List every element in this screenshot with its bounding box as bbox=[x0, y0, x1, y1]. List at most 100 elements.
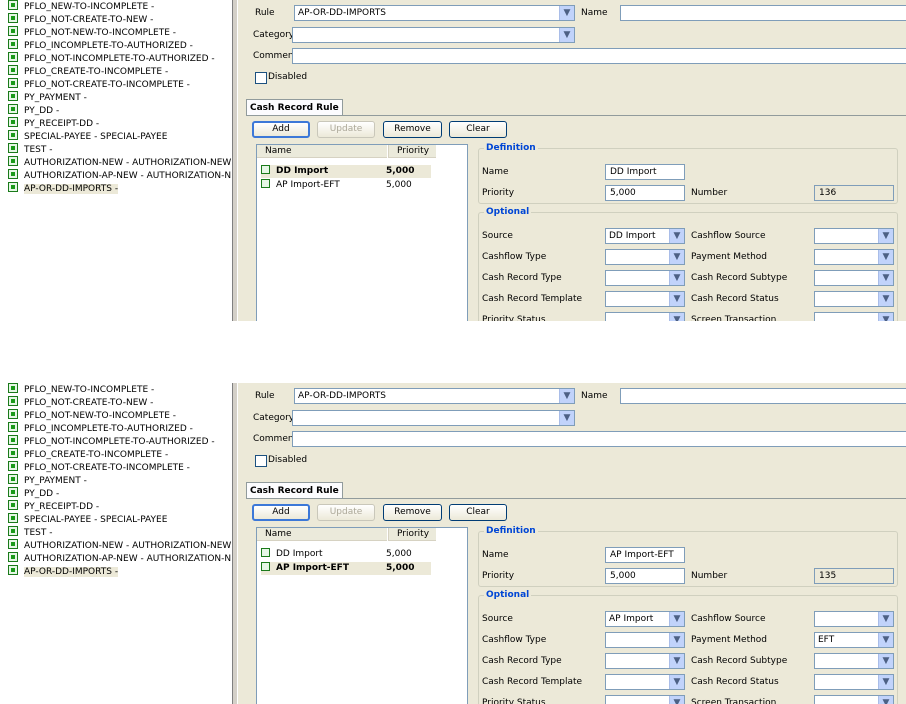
cash-record-type-select[interactable]: ▼ bbox=[605, 653, 685, 669]
source-select[interactable]: AP Import ▼ bbox=[605, 611, 685, 627]
definition-name-field[interactable]: DD Import bbox=[605, 164, 685, 180]
comment-field[interactable] bbox=[292, 431, 906, 447]
name-field[interactable] bbox=[620, 5, 906, 21]
chevron-down-icon[interactable]: ▼ bbox=[878, 633, 893, 647]
tree-item[interactable]: PFLO_NOT-CREATE-TO-INCOMPLETE - bbox=[8, 461, 190, 474]
comment-field[interactable] bbox=[292, 48, 906, 64]
tree-item[interactable]: AP-OR-DD-IMPORTS - bbox=[8, 565, 119, 578]
chevron-down-icon[interactable]: ▼ bbox=[878, 696, 893, 704]
tree-item[interactable]: PFLO_NEW-TO-INCOMPLETE - bbox=[8, 383, 154, 396]
chevron-down-icon[interactable]: ▼ bbox=[669, 675, 684, 689]
chevron-down-icon[interactable]: ▼ bbox=[878, 271, 893, 285]
tree-item[interactable]: PFLO_NOT-CREATE-TO-NEW - bbox=[8, 396, 153, 409]
chevron-down-icon[interactable]: ▼ bbox=[559, 389, 574, 403]
tree-item[interactable]: PY_RECEIPT-DD - bbox=[8, 500, 99, 513]
tree-item[interactable]: AP-OR-DD-IMPORTS - bbox=[8, 182, 119, 195]
column-header-priority[interactable]: Priority bbox=[388, 145, 436, 158]
tab-cash-record-rule[interactable]: Cash Record Rule bbox=[246, 99, 343, 116]
remove-button[interactable]: Remove bbox=[383, 504, 442, 521]
tree-item[interactable]: PFLO_NOT-NEW-TO-INCOMPLETE - bbox=[8, 409, 176, 422]
list-item[interactable]: AP Import-EFT 5,000 bbox=[261, 179, 431, 192]
chevron-down-icon[interactable]: ▼ bbox=[669, 271, 684, 285]
column-header-priority[interactable]: Priority bbox=[388, 528, 436, 541]
cashflow-source-select[interactable]: ▼ bbox=[814, 611, 894, 627]
tree-item[interactable]: AUTHORIZATION-NEW - AUTHORIZATION-NEW bbox=[8, 156, 231, 169]
screen-transaction-select[interactable]: ▼ bbox=[814, 695, 894, 704]
cashflow-source-select[interactable]: ▼ bbox=[814, 228, 894, 244]
disabled-checkbox[interactable] bbox=[255, 455, 267, 467]
list-item[interactable]: AP Import-EFT 5,000 bbox=[261, 562, 431, 575]
definition-name-field[interactable]: AP Import-EFT bbox=[605, 547, 685, 563]
chevron-down-icon[interactable]: ▼ bbox=[669, 654, 684, 668]
column-header-name[interactable]: Name bbox=[257, 145, 387, 158]
priority-field[interactable]: 5,000 bbox=[605, 185, 685, 201]
chevron-down-icon[interactable]: ▼ bbox=[669, 633, 684, 647]
tree-item[interactable]: TEST - bbox=[8, 143, 53, 156]
add-button[interactable]: Add bbox=[252, 504, 310, 521]
tree-item[interactable]: TEST - bbox=[8, 526, 53, 539]
tree-item[interactable]: PFLO_CREATE-TO-INCOMPLETE - bbox=[8, 65, 168, 78]
cash-record-template-select[interactable]: ▼ bbox=[605, 291, 685, 307]
clear-button[interactable]: Clear bbox=[449, 504, 507, 521]
chevron-down-icon[interactable]: ▼ bbox=[669, 696, 684, 704]
chevron-down-icon[interactable]: ▼ bbox=[559, 6, 574, 20]
update-button[interactable]: Update bbox=[317, 121, 375, 138]
cashflow-type-select[interactable]: ▼ bbox=[605, 632, 685, 648]
remove-button[interactable]: Remove bbox=[383, 121, 442, 138]
payment-method-select[interactable]: ▼ bbox=[814, 249, 894, 265]
chevron-down-icon[interactable]: ▼ bbox=[669, 612, 684, 626]
cash-record-status-select[interactable]: ▼ bbox=[814, 291, 894, 307]
tree-item[interactable]: PY_RECEIPT-DD - bbox=[8, 117, 99, 130]
source-select[interactable]: DD Import ▼ bbox=[605, 228, 685, 244]
tree-item[interactable]: PFLO_NOT-INCOMPLETE-TO-AUTHORIZED - bbox=[8, 52, 215, 65]
rule-select[interactable]: AP-OR-DD-IMPORTS ▼ bbox=[294, 388, 575, 404]
chevron-down-icon[interactable]: ▼ bbox=[559, 28, 574, 42]
category-select[interactable]: ▼ bbox=[292, 27, 575, 43]
tree-item[interactable]: PFLO_NOT-CREATE-TO-INCOMPLETE - bbox=[8, 78, 190, 91]
chevron-down-icon[interactable]: ▼ bbox=[878, 675, 893, 689]
chevron-down-icon[interactable]: ▼ bbox=[878, 250, 893, 264]
cash-record-status-select[interactable]: ▼ bbox=[814, 674, 894, 690]
tree-item[interactable]: PFLO_CREATE-TO-INCOMPLETE - bbox=[8, 448, 168, 461]
tree-item[interactable]: AUTHORIZATION-AP-NEW - AUTHORIZATION-NEW bbox=[8, 169, 246, 182]
priority-status-select[interactable]: ▼ bbox=[605, 312, 685, 321]
chevron-down-icon[interactable]: ▼ bbox=[878, 654, 893, 668]
tree-item[interactable]: PFLO_INCOMPLETE-TO-AUTHORIZED - bbox=[8, 422, 193, 435]
chevron-down-icon[interactable]: ▼ bbox=[669, 229, 684, 243]
category-select[interactable]: ▼ bbox=[292, 410, 575, 426]
tree-item[interactable]: PFLO_NOT-NEW-TO-INCOMPLETE - bbox=[8, 26, 176, 39]
update-button[interactable]: Update bbox=[317, 504, 375, 521]
chevron-down-icon[interactable]: ▼ bbox=[878, 229, 893, 243]
priority-field[interactable]: 5,000 bbox=[605, 568, 685, 584]
tree-item[interactable]: AUTHORIZATION-AP-NEW - AUTHORIZATION-NEW bbox=[8, 552, 246, 565]
chevron-down-icon[interactable]: ▼ bbox=[669, 292, 684, 306]
tree-item[interactable]: PFLO_NOT-INCOMPLETE-TO-AUTHORIZED - bbox=[8, 435, 215, 448]
name-field[interactable] bbox=[620, 388, 906, 404]
screen-transaction-select[interactable]: ▼ bbox=[814, 312, 894, 321]
cash-record-subtype-select[interactable]: ▼ bbox=[814, 270, 894, 286]
tree-item[interactable]: SPECIAL-PAYEE - SPECIAL-PAYEE bbox=[8, 513, 167, 526]
column-header-name[interactable]: Name bbox=[257, 528, 387, 541]
cash-record-subtype-select[interactable]: ▼ bbox=[814, 653, 894, 669]
list-item[interactable]: DD Import 5,000 bbox=[261, 548, 431, 561]
list-item[interactable]: DD Import 5,000 bbox=[261, 165, 431, 178]
chevron-down-icon[interactable]: ▼ bbox=[878, 292, 893, 306]
cash-record-template-select[interactable]: ▼ bbox=[605, 674, 685, 690]
tree-item[interactable]: PFLO_NEW-TO-INCOMPLETE - bbox=[8, 0, 154, 13]
priority-status-select[interactable]: ▼ bbox=[605, 695, 685, 704]
tree-item[interactable]: AUTHORIZATION-NEW - AUTHORIZATION-NEW bbox=[8, 539, 231, 552]
chevron-down-icon[interactable]: ▼ bbox=[559, 411, 574, 425]
add-button[interactable]: Add bbox=[252, 121, 310, 138]
tree-item[interactable]: PY_PAYMENT - bbox=[8, 474, 87, 487]
tree-item[interactable]: PY_DD - bbox=[8, 487, 59, 500]
clear-button[interactable]: Clear bbox=[449, 121, 507, 138]
disabled-checkbox[interactable] bbox=[255, 72, 267, 84]
tab-cash-record-rule[interactable]: Cash Record Rule bbox=[246, 482, 343, 499]
chevron-down-icon[interactable]: ▼ bbox=[878, 313, 893, 321]
rule-select[interactable]: AP-OR-DD-IMPORTS ▼ bbox=[294, 5, 575, 21]
cash-record-type-select[interactable]: ▼ bbox=[605, 270, 685, 286]
tree-item[interactable]: SPECIAL-PAYEE - SPECIAL-PAYEE bbox=[8, 130, 167, 143]
chevron-down-icon[interactable]: ▼ bbox=[878, 612, 893, 626]
chevron-down-icon[interactable]: ▼ bbox=[669, 313, 684, 321]
chevron-down-icon[interactable]: ▼ bbox=[669, 250, 684, 264]
